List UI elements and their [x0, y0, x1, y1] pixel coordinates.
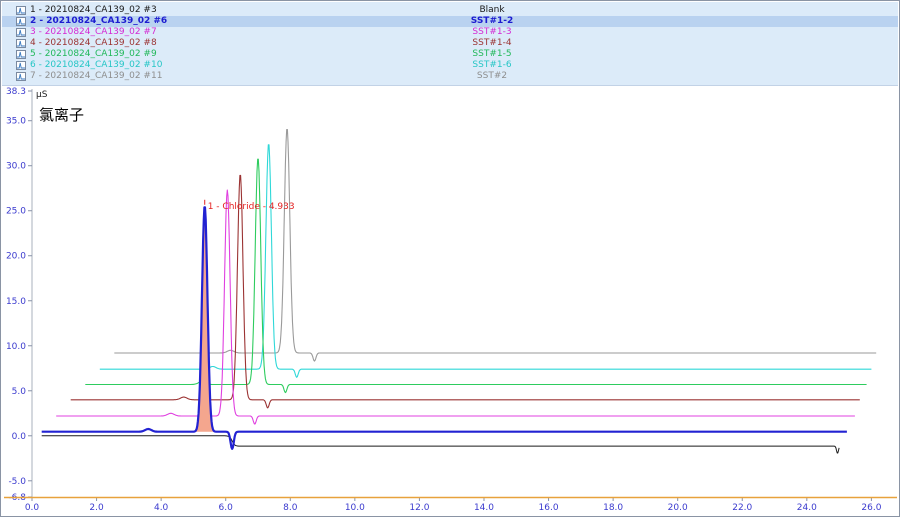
trace-SST#2 — [114, 130, 876, 362]
chromatogram-icon — [16, 50, 26, 59]
y-tick-label: 35.0 — [6, 117, 26, 127]
chromatogram-icon — [16, 28, 26, 37]
y-tick-label: 5.0 — [12, 387, 27, 397]
y-tick-label: 10.0 — [6, 342, 26, 352]
legend-row-3[interactable]: 3 - 20210824_CA139_02 #7 SST#1-3 — [2, 27, 898, 38]
legend-sample-name: 5 - 20210824_CA139_02 #9 — [30, 49, 157, 59]
legend-sample-label: Blank — [432, 5, 552, 16]
legend-sample-label: SST#1-4 — [432, 38, 552, 49]
chart-title: 氯离子 — [39, 104, 84, 125]
legend-row-2[interactable]: 2 - 20210824_CA139_02 #6 SST#1-2 — [2, 16, 898, 27]
x-tick-label: 10.0 — [345, 503, 365, 513]
legend-sample-name: 3 - 20210824_CA139_02 #7 — [30, 27, 157, 37]
trace-SST#1-2 — [42, 207, 847, 448]
legend-sample-label: SST#2 — [432, 71, 552, 82]
legend-sample-label: SST#1-3 — [432, 27, 552, 38]
y-tick-label: 15.0 — [6, 297, 26, 307]
legend-sample-name: 7 - 20210824_CA139_02 #11 — [30, 71, 162, 81]
x-tick-label: 26.0 — [861, 503, 881, 513]
legend-sample-label: SST#1-5 — [432, 49, 552, 60]
legend-sample-label: SST#1-6 — [432, 60, 552, 71]
chromatogram-icon — [16, 61, 26, 70]
trace-SST#1-4 — [71, 175, 860, 408]
x-tick-label: 18.0 — [603, 503, 623, 513]
y-tick-label: 30.0 — [6, 162, 26, 172]
legend-row-1[interactable]: 1 - 20210824_CA139_02 #3 Blank — [2, 5, 898, 16]
legend-sample-name: 4 - 20210824_CA139_02 #8 — [30, 38, 157, 48]
trace-SST#1-3 — [56, 190, 855, 424]
x-tick-label: 8.0 — [283, 503, 298, 513]
y-tick-label: -5.0 — [8, 477, 26, 487]
x-tick-label: 20.0 — [668, 503, 688, 513]
x-tick-label: 22.0 — [732, 503, 752, 513]
x-tick-label: 0.0 — [25, 503, 40, 513]
x-tick-label: 24.0 — [797, 503, 817, 513]
peak-fill-SST#1-2 — [194, 206, 215, 432]
x-tick-label: 6.0 — [219, 503, 234, 513]
trace-SST#1-6 — [100, 145, 872, 377]
x-tick-label: 14.0 — [474, 503, 494, 513]
y-tick-label: 20.0 — [6, 252, 26, 262]
legend-row-6[interactable]: 6 - 20210824_CA139_02 #10 SST#1-6 — [2, 60, 898, 71]
chromatogram-icon — [16, 17, 26, 26]
legend-row-4[interactable]: 4 - 20210824_CA139_02 #8 SST#1-4 — [2, 38, 898, 49]
y-tick-label: 38.3 — [6, 87, 26, 97]
peak-annotation-label: 1 - Chloride - 4.933 — [208, 202, 295, 212]
legend-sample-name: 2 - 20210824_CA139_02 #6 — [30, 16, 167, 26]
y-axis-unit-label: µS — [36, 90, 47, 100]
sample-legend-panel: 1 - 20210824_CA139_02 #3Blank2 - 2021082… — [2, 2, 898, 86]
x-tick-label: 2.0 — [89, 503, 104, 513]
x-tick-label: 16.0 — [539, 503, 559, 513]
y-tick-label: 25.0 — [6, 207, 26, 217]
legend-row-7[interactable]: 7 - 20210824_CA139_02 #11 SST#2 — [2, 71, 898, 82]
legend-sample-name: 6 - 20210824_CA139_02 #10 — [30, 60, 162, 70]
chromatogram-window: 38.335.030.025.020.015.010.05.00.0-5.0-6… — [0, 0, 900, 517]
chromatogram-icon — [16, 6, 26, 15]
chromatogram-icon — [16, 72, 26, 81]
chromatogram-icon — [16, 39, 26, 48]
legend-row-5[interactable]: 5 - 20210824_CA139_02 #9 SST#1-5 — [2, 49, 898, 60]
x-tick-label: 4.0 — [154, 503, 169, 513]
legend-sample-label: SST#1-2 — [432, 16, 552, 27]
trace-Blank — [42, 436, 839, 453]
y-tick-label: 0.0 — [12, 432, 27, 442]
x-tick-label: 12.0 — [409, 503, 429, 513]
legend-sample-name: 1 - 20210824_CA139_02 #3 — [30, 5, 157, 15]
